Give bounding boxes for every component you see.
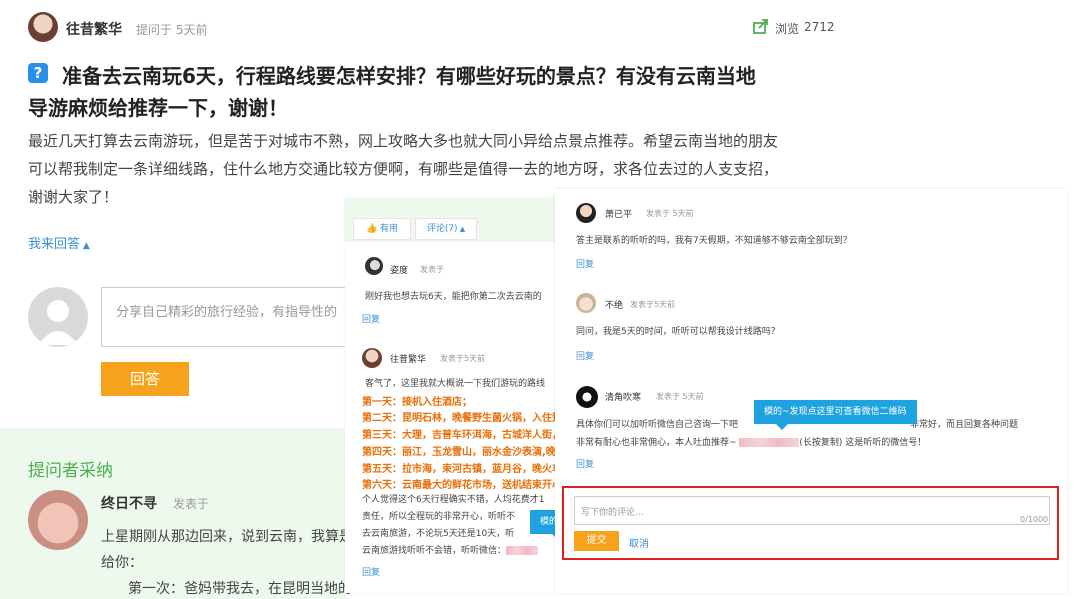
question-title-line1: 准备去云南玩6天，行程路线要怎样安排？有哪些好玩的景点？有没有云南当地 [62, 64, 756, 88]
answer-textarea[interactable]: 分享自己精彩的旅行经验，有指导性的 [101, 287, 348, 347]
reply-link[interactable]: 回复 [362, 312, 380, 325]
answer-placeholder: 分享自己精彩的旅行经验，有指导性的 [116, 305, 338, 320]
comment-time: 发表于5天前 [630, 300, 676, 309]
blurred-wechat-id [739, 438, 800, 447]
comment-paragraph-1: 个人觉得这个6天行程确实不错，人均花费才1 [362, 495, 545, 505]
comments-panel-middle: 👍 有用 评论(7) ▲ 姿度 发表于 刚好我也想去玩6天，能把你第二次去云南的… [345, 198, 555, 593]
plan-day-3: 第三天：大理，吉普车环洱海，古城洋人街， [362, 430, 555, 441]
commenter-name[interactable]: 清角吹寒 [605, 390, 641, 403]
answerer-avatar[interactable] [28, 490, 88, 550]
comment-paragraph-2: 责任，所以全程玩的非常开心，听听不 [362, 512, 516, 522]
answer-toggle[interactable]: 我来回答 ▲ [28, 233, 90, 252]
char-counter: 0/1000 [1020, 515, 1049, 524]
comment-paragraph-4: 云南旅游找听听不会错，听听微信： [362, 543, 539, 556]
adopted-title: 提问者采纳 [28, 461, 113, 481]
plan-day-6: 第六天：云南最大的鲜花市场，送机结束开心 [362, 480, 555, 491]
comment-text-part: (长按复制) 这是听听的微信号！ [799, 438, 927, 448]
cancel-comment-button[interactable]: 取消 [629, 535, 649, 550]
reply-link[interactable]: 回复 [576, 349, 594, 362]
comment-time: 发表于 5天前 [656, 392, 704, 401]
commenter-avatar[interactable] [365, 257, 383, 275]
comment-time: 发表于5天前 [440, 354, 486, 363]
wechat-qr-tooltip[interactable]: 模的~发现点这里可查看微信二维码 [754, 400, 917, 430]
plan-day-2: 第二天：昆明石林，晚餐野生菌火锅，入住楚 [362, 413, 555, 424]
comments-tab-label: 评论(7) [426, 224, 458, 234]
user-avatar-placeholder [28, 287, 88, 347]
commenter-name[interactable]: 往昔繁华 [390, 352, 426, 365]
views-label: 浏览 [775, 22, 800, 36]
reply-link[interactable]: 回复 [576, 457, 594, 470]
question-body-line3: 谢谢大家了！ [28, 188, 119, 206]
answerer-time: 发表于 [173, 497, 210, 511]
answer-toggle-label: 我来回答 [28, 237, 81, 252]
question-body-line1: 最近几天打算去云南游玩，但是苦于对城市不熟，网上攻略大多也就大同小异给点景点推荐… [28, 132, 779, 150]
views-count: 2712 [804, 20, 835, 34]
commenter-name[interactable]: 不绝 [605, 298, 623, 311]
caret-up-icon: ▲ [80, 241, 90, 251]
plan-day-5: 第五天：拉市海，束河古镇，蓝月谷，晚火车 [362, 464, 555, 475]
reply-link[interactable]: 回复 [576, 257, 594, 270]
comments-tab[interactable]: 评论(7) ▲ [415, 218, 477, 240]
useful-button[interactable]: 👍 有用 [353, 218, 411, 240]
comment-time: 发表于 [420, 265, 444, 274]
adopted-text-1: 上星期刚从那边回来，说到云南，我算是 [101, 529, 353, 545]
comment-text: 同问，我是5天的时间，听听可以帮我设计线路吗？ [576, 327, 780, 337]
asked-time: 提问于 5天前 [136, 23, 208, 37]
submit-comment-button[interactable]: 提交 [574, 531, 619, 551]
commenter-avatar[interactable] [362, 348, 382, 368]
wechat-line: 云南旅游找听听不会错，听听微信： [362, 546, 507, 556]
commenter-avatar[interactable] [576, 203, 596, 223]
asker-avatar[interactable] [28, 12, 58, 42]
comments-panel-right: 萧已平 发表于 5天前 答主是联系的听听的吗，我有7天假期，不知道够不够云南全部… [555, 189, 1067, 593]
wechat-tooltip[interactable]: 模的 [530, 510, 555, 540]
reply-link[interactable]: 回复 [362, 565, 380, 578]
commenter-name[interactable]: 萧已平 [605, 207, 632, 220]
comment-intro: 客气了，这里我就大概说一下我们游玩的路线 [365, 379, 546, 389]
comment-text-line2: 非常有耐心也非常佣心，本人吐血推荐~ (长按复制) 这是听听的微信号！ [576, 435, 926, 448]
asker-name[interactable]: 往昔繁华 [66, 19, 122, 39]
question-body-line2: 可以帮我制定一条详细线路，住什么地方交通比较方便啊，有哪些是值得一去的地方呀，求… [28, 160, 779, 178]
comment-text-part: 非常好，而且回复各种问题 [910, 420, 1019, 430]
adopted-text-2: 给你： [101, 555, 143, 571]
plan-day-4: 第四天：丽江，玉龙雪山，丽水金沙表演,晚餐 [362, 447, 555, 458]
commenter-avatar[interactable] [576, 386, 598, 408]
comment-placeholder: 写下你的评论... [581, 508, 644, 518]
question-title-line2: 导游麻烦给推荐一下，谢谢！ [28, 96, 288, 120]
plan-day-1: 第一天：接机入住酒店； [362, 397, 472, 408]
comment-text: 刚好我也想去玩6天，能把你第二次去云南的 [365, 292, 542, 302]
answerer-name[interactable]: 终日不寻 [101, 493, 157, 513]
thumb-up-icon: 👍 [365, 224, 378, 234]
commenter-avatar[interactable] [576, 293, 596, 313]
blurred-wechat-id [506, 546, 539, 555]
question-icon: ? [28, 63, 48, 83]
comment-text-part: 非常有耐心也非常佣心，本人吐血推荐~ [576, 438, 737, 448]
comment-time: 发表于 5天前 [646, 209, 694, 218]
adopted-text-3: 第一次：爸妈带我去，在昆明当地的 [128, 581, 352, 597]
answer-button[interactable]: 回答 [101, 362, 189, 396]
comment-text-part: 具体你们可以加听听微信自己咨询一下吧 [576, 420, 739, 430]
share-icon[interactable] [753, 18, 769, 34]
comment-paragraph-3: 去云南旅游，不论玩5天还是10天，听 [362, 529, 515, 539]
caret-up-icon: ▲ [457, 225, 466, 233]
useful-label: 有用 [380, 224, 399, 234]
commenter-name[interactable]: 姿度 [390, 263, 408, 276]
comment-text: 答主是联系的听听的吗，我有7天假期，不知道够不够云南全部玩到？ [576, 236, 852, 246]
comment-textarea[interactable]: 写下你的评论... [574, 496, 1050, 525]
